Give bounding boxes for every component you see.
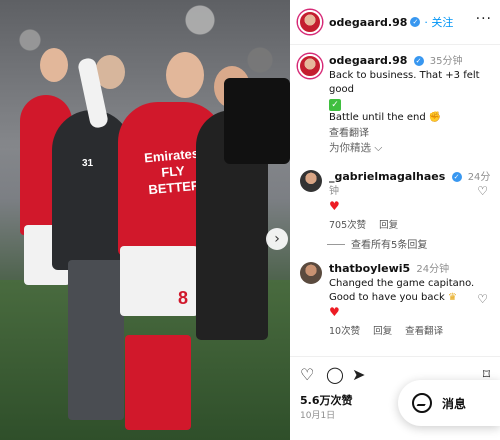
comment-time: 24分钟 [416,264,450,275]
red-heart-emoji-icon: ♥ [329,305,340,319]
comment-item: _gabrielmagalhaes ✓ 24分钟 ♥ 705次赞 回复 ♡ [300,170,496,233]
follow-button[interactable]: · 关注 [424,14,453,30]
comment-likes[interactable]: 10次赞 [329,326,360,337]
comment-sort-dropdown[interactable]: 为你精选 ⌵ [329,140,382,155]
shorts-number: 8 [178,288,189,308]
comment-likes[interactable]: 705次赞 [329,220,366,231]
red-heart-emoji-icon: ♥ [329,199,340,213]
likes-count[interactable]: 5.6万次赞 [300,392,353,408]
verified-badge-icon: ✓ [410,17,421,27]
post-header: odegaard.98 ✓ · 关注 [298,9,453,35]
like-heart-icon[interactable]: ♡ [477,184,488,198]
caption-line-2: Battle until the end [329,112,426,123]
commenter-avatar[interactable] [300,262,322,284]
like-heart-icon[interactable]: ♡ [477,292,488,306]
verified-badge-icon: ✓ [451,172,462,182]
translate-link[interactable]: 查看翻译 [329,127,498,141]
tv-camera [224,78,290,164]
player-left-head [40,48,68,82]
post-date: 10月1日 [300,411,336,421]
messages-button[interactable]: 消息 [398,380,500,426]
chevron-down-icon: ⌵ [374,142,383,154]
check-emoji-icon: ✓ [329,99,341,111]
crown-emoji-icon: ♛ [447,292,457,303]
post-caption: odegaard.98 ✓ 35分钟 Back to business. Tha… [298,54,498,141]
caption-username[interactable]: odegaard.98 [329,54,407,67]
caption-line-1: Back to business. That +3 felt good [329,70,480,95]
reply-button[interactable]: 回复 [373,326,392,337]
main-player-socks [125,335,191,430]
photographer-legs [68,260,124,420]
next-photo-chevron-icon[interactable]: › [266,228,288,250]
commenter-username[interactable]: thatboylewi5 [329,262,410,275]
translate-link[interactable]: 查看翻译 [405,326,443,337]
more-options-icon[interactable]: ··· [476,12,492,26]
post-sidebar: odegaard.98 ✓ · 关注 ··· odegaard.98 ✓ 35分… [290,0,500,440]
commenter-username[interactable]: _gabrielmagalhaes [329,170,445,183]
post-photo[interactable]: 31 Emirates FLY BETTER 8 › [0,0,290,440]
fist-emoji-icon: ✊ [428,112,442,123]
view-replies-link[interactable]: 查看所有5条回复 [327,236,427,251]
verified-badge-icon: ✓ [413,56,424,66]
vest-number: 31 [82,158,94,169]
comment-item: thatboylewi5 24分钟 Changed the game capit… [300,262,496,339]
share-send-icon[interactable]: ➤ [352,366,365,384]
caption-time: 35分钟 [429,56,463,67]
comment-bubble-icon[interactable]: ◯ [326,366,344,384]
author-avatar[interactable] [298,10,322,34]
caption-author-avatar[interactable] [298,54,322,78]
commenter-avatar[interactable] [300,170,322,192]
author-username[interactable]: odegaard.98 [329,16,407,29]
like-heart-icon[interactable]: ♡ [300,366,314,384]
actions-divider [290,356,500,357]
messages-label: 消息 [442,396,467,411]
messenger-icon [412,393,432,413]
sort-label: 为你精选 [329,142,371,154]
header-divider [290,44,500,45]
reply-button[interactable]: 回复 [379,220,398,231]
main-player-head [166,52,204,98]
